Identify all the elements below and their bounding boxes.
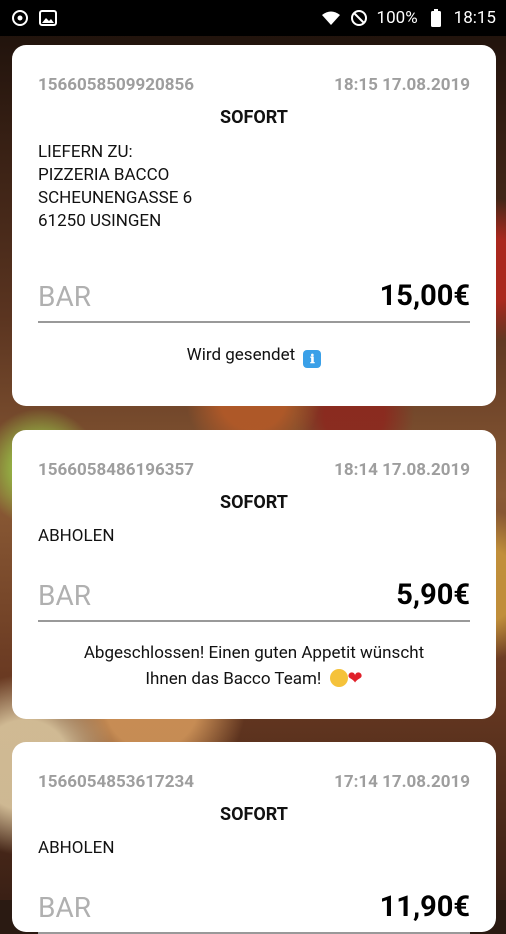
order-datetime: 18:14 17.08.2019 [334, 460, 470, 480]
image-icon [38, 8, 58, 28]
payment-row: BAR 15,00€ [38, 279, 470, 323]
payment-method: BAR [38, 280, 91, 313]
order-mode: SOFORT [220, 492, 288, 513]
order-card[interactable]: 1566058509920856 18:15 17.08.2019 SOFORT… [12, 45, 496, 406]
battery-percent: 100% [376, 8, 418, 28]
delivery-address: LIEFERN ZU: PIZZERIA BACCO SCHEUNENGASSE… [38, 141, 470, 233]
status-text: Abgeschlossen! Einen guten Appetit wünsc… [83, 643, 425, 663]
address-line: PIZZERIA BACCO [38, 165, 170, 185]
payment-method: BAR [38, 579, 91, 612]
payment-row: BAR 11,90€ [38, 890, 470, 934]
order-status: Abgeschlossen! Einen guten Appetit wünsc… [38, 641, 470, 692]
order-id: 1566058486196357 [38, 460, 195, 480]
payment-row: BAR 5,90€ [38, 578, 470, 622]
status-bar: 100% 18:15 [0, 0, 506, 36]
order-datetime: 18:15 17.08.2019 [334, 75, 470, 95]
order-mode: SOFORT [220, 804, 288, 825]
pickup-label: ABHOLEN [38, 838, 115, 858]
address-line: SCHEUNENGASSE 6 [38, 188, 193, 208]
order-mode: SOFORT [220, 107, 288, 128]
order-status: Wird gesendet ℹ [38, 343, 470, 368]
payment-method: BAR [38, 891, 91, 924]
order-amount: 11,90€ [379, 890, 470, 924]
battery-icon [426, 8, 446, 28]
order-amount: 15,00€ [379, 279, 470, 313]
status-text: Wird gesendet [186, 345, 296, 365]
order-datetime: 17:14 17.08.2019 [334, 772, 470, 792]
pickup-label: ABHOLEN [38, 526, 115, 546]
order-id: 1566054853617234 [38, 772, 195, 792]
order-card[interactable]: 1566054853617234 17:14 17.08.2019 SOFORT… [12, 742, 496, 934]
wifi-icon [321, 8, 341, 28]
order-id: 1566058509920856 [38, 75, 195, 95]
order-amount: 5,90€ [396, 578, 470, 612]
address-line: LIEFERN ZU: [38, 142, 133, 162]
order-card[interactable]: 1566058486196357 18:14 17.08.2019 SOFORT… [12, 430, 496, 719]
status-text: Ihnen das Bacco Team! [145, 669, 322, 689]
clock: 18:15 [453, 8, 496, 28]
address-line: 61250 USINGEN [38, 211, 162, 231]
dnd-icon [349, 8, 369, 28]
smiley-icon [329, 669, 348, 687]
info-icon: ℹ [303, 350, 322, 368]
sync-icon [10, 8, 30, 28]
heart-icon: ❤ [347, 668, 363, 689]
